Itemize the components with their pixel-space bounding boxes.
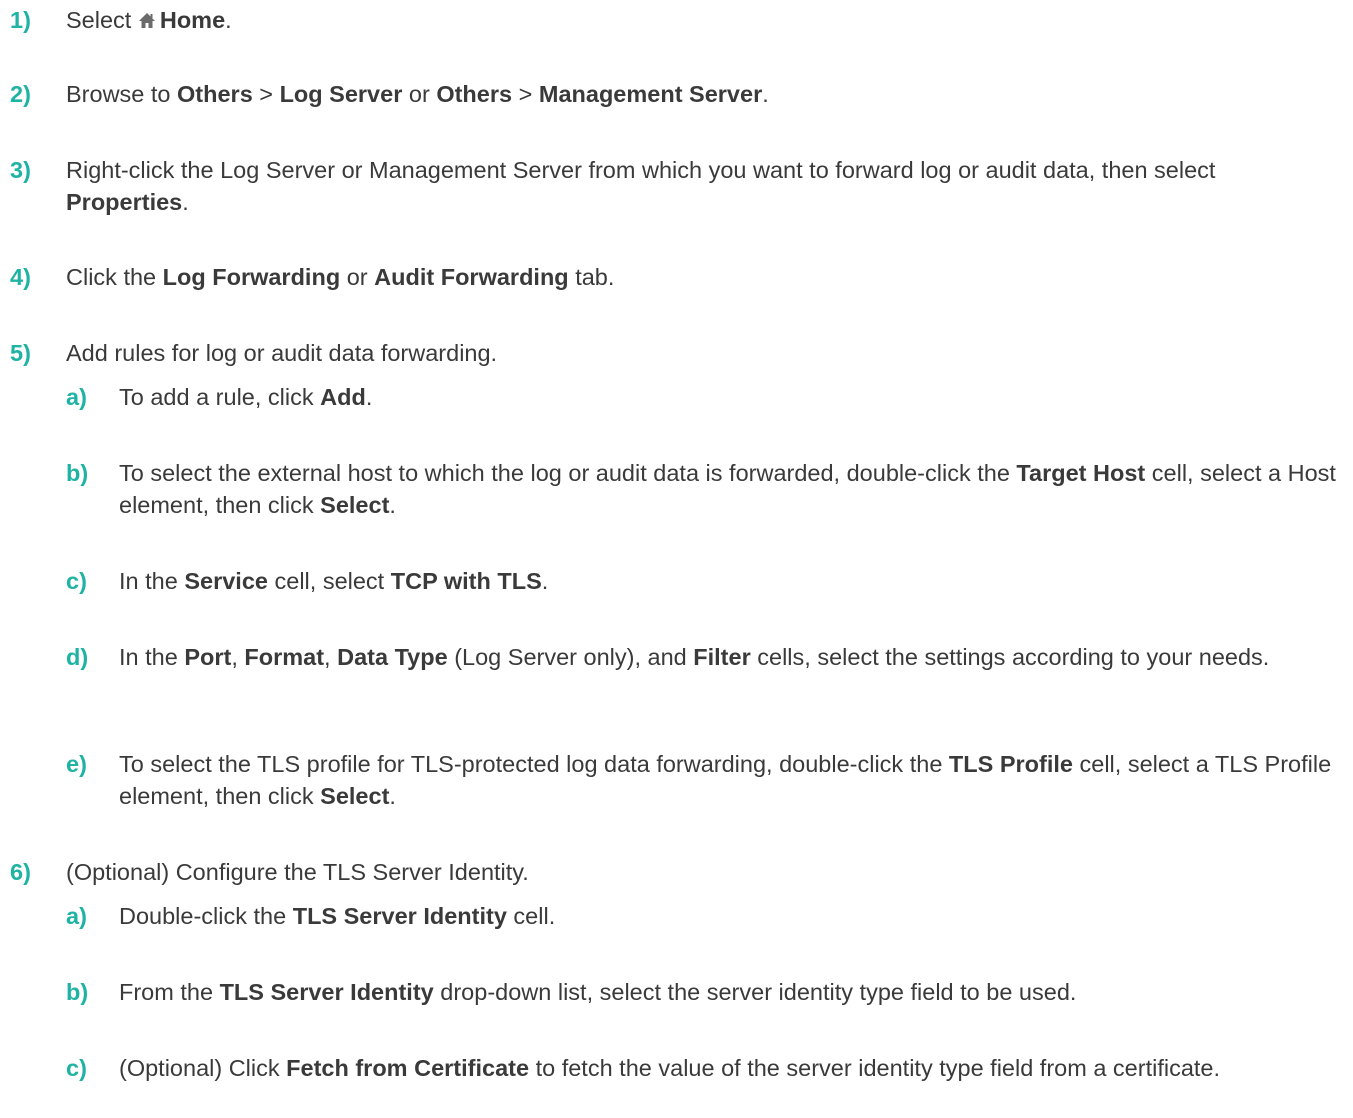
ui-term: Home bbox=[159, 7, 226, 33]
substep-text: To select the external host to which the… bbox=[119, 460, 1336, 518]
ui-term: Properties bbox=[66, 189, 183, 215]
ui-term: Data Type bbox=[337, 644, 448, 670]
ui-term: Management Server bbox=[538, 81, 763, 107]
substep-text: To add a rule, click Add. bbox=[119, 384, 373, 410]
step-number: 1) bbox=[10, 7, 31, 33]
substep-letter: d) bbox=[66, 644, 89, 670]
ui-term: TCP with TLS bbox=[390, 568, 542, 594]
substep-text: In the Port, Format, Data Type (Log Serv… bbox=[119, 644, 1270, 670]
home-icon bbox=[138, 13, 155, 28]
ui-term: Service bbox=[184, 568, 268, 594]
step-text: Add rules for log or audit data forwardi… bbox=[66, 340, 498, 366]
substep-text: To select the TLS profile for TLS-protec… bbox=[119, 751, 1332, 809]
step-number: 3) bbox=[10, 157, 31, 183]
substep-text: From the TLS Server Identity drop-down l… bbox=[119, 979, 1077, 1005]
substep-letter: e) bbox=[66, 751, 87, 777]
ui-term: Audit Forwarding bbox=[374, 264, 569, 290]
ui-term: Filter bbox=[693, 644, 751, 670]
ui-term: Select bbox=[320, 783, 390, 809]
substep-letter: b) bbox=[66, 979, 89, 1005]
step-text: (Optional) Configure the TLS Server Iden… bbox=[66, 859, 529, 885]
substep-text: Double-click the TLS Server Identity cel… bbox=[119, 903, 556, 929]
ui-term: Format bbox=[244, 644, 325, 670]
step-number: 5) bbox=[10, 340, 31, 366]
ui-term: Add bbox=[320, 384, 366, 410]
substep-text: In the Service cell, select TCP with TLS… bbox=[119, 568, 549, 594]
ui-term: Select bbox=[320, 492, 390, 518]
ui-term: TLS Profile bbox=[948, 751, 1073, 777]
ui-term: Others bbox=[436, 81, 513, 107]
step-number: 4) bbox=[10, 264, 31, 290]
step-text: Right-click the Log Server or Management… bbox=[66, 157, 1216, 215]
substep-letter: a) bbox=[66, 384, 87, 410]
step-text: Select Home. bbox=[66, 7, 232, 33]
ui-term: Log Server bbox=[279, 81, 403, 107]
ui-term: TLS Server Identity bbox=[219, 979, 434, 1005]
substep-letter: b) bbox=[66, 460, 89, 486]
step-number: 6) bbox=[10, 859, 31, 885]
substep-letter: a) bbox=[66, 903, 87, 929]
ui-term: Others bbox=[177, 81, 253, 107]
ui-term: TLS Server Identity bbox=[292, 903, 507, 929]
substep-letter: c) bbox=[66, 568, 87, 594]
step-text: Browse to Others > Log Server or Others … bbox=[66, 81, 769, 107]
substep-text: (Optional) Click Fetch from Certificate … bbox=[119, 1055, 1221, 1081]
ui-term: Log Forwarding bbox=[162, 264, 341, 290]
step-text: Click the Log Forwarding or Audit Forwar… bbox=[66, 264, 615, 290]
ui-term: Target Host bbox=[1016, 460, 1146, 486]
ui-term: Port bbox=[184, 644, 232, 670]
step-number: 2) bbox=[10, 81, 31, 107]
ui-term: Fetch from Certificate bbox=[286, 1055, 530, 1081]
substep-letter: c) bbox=[66, 1055, 87, 1081]
